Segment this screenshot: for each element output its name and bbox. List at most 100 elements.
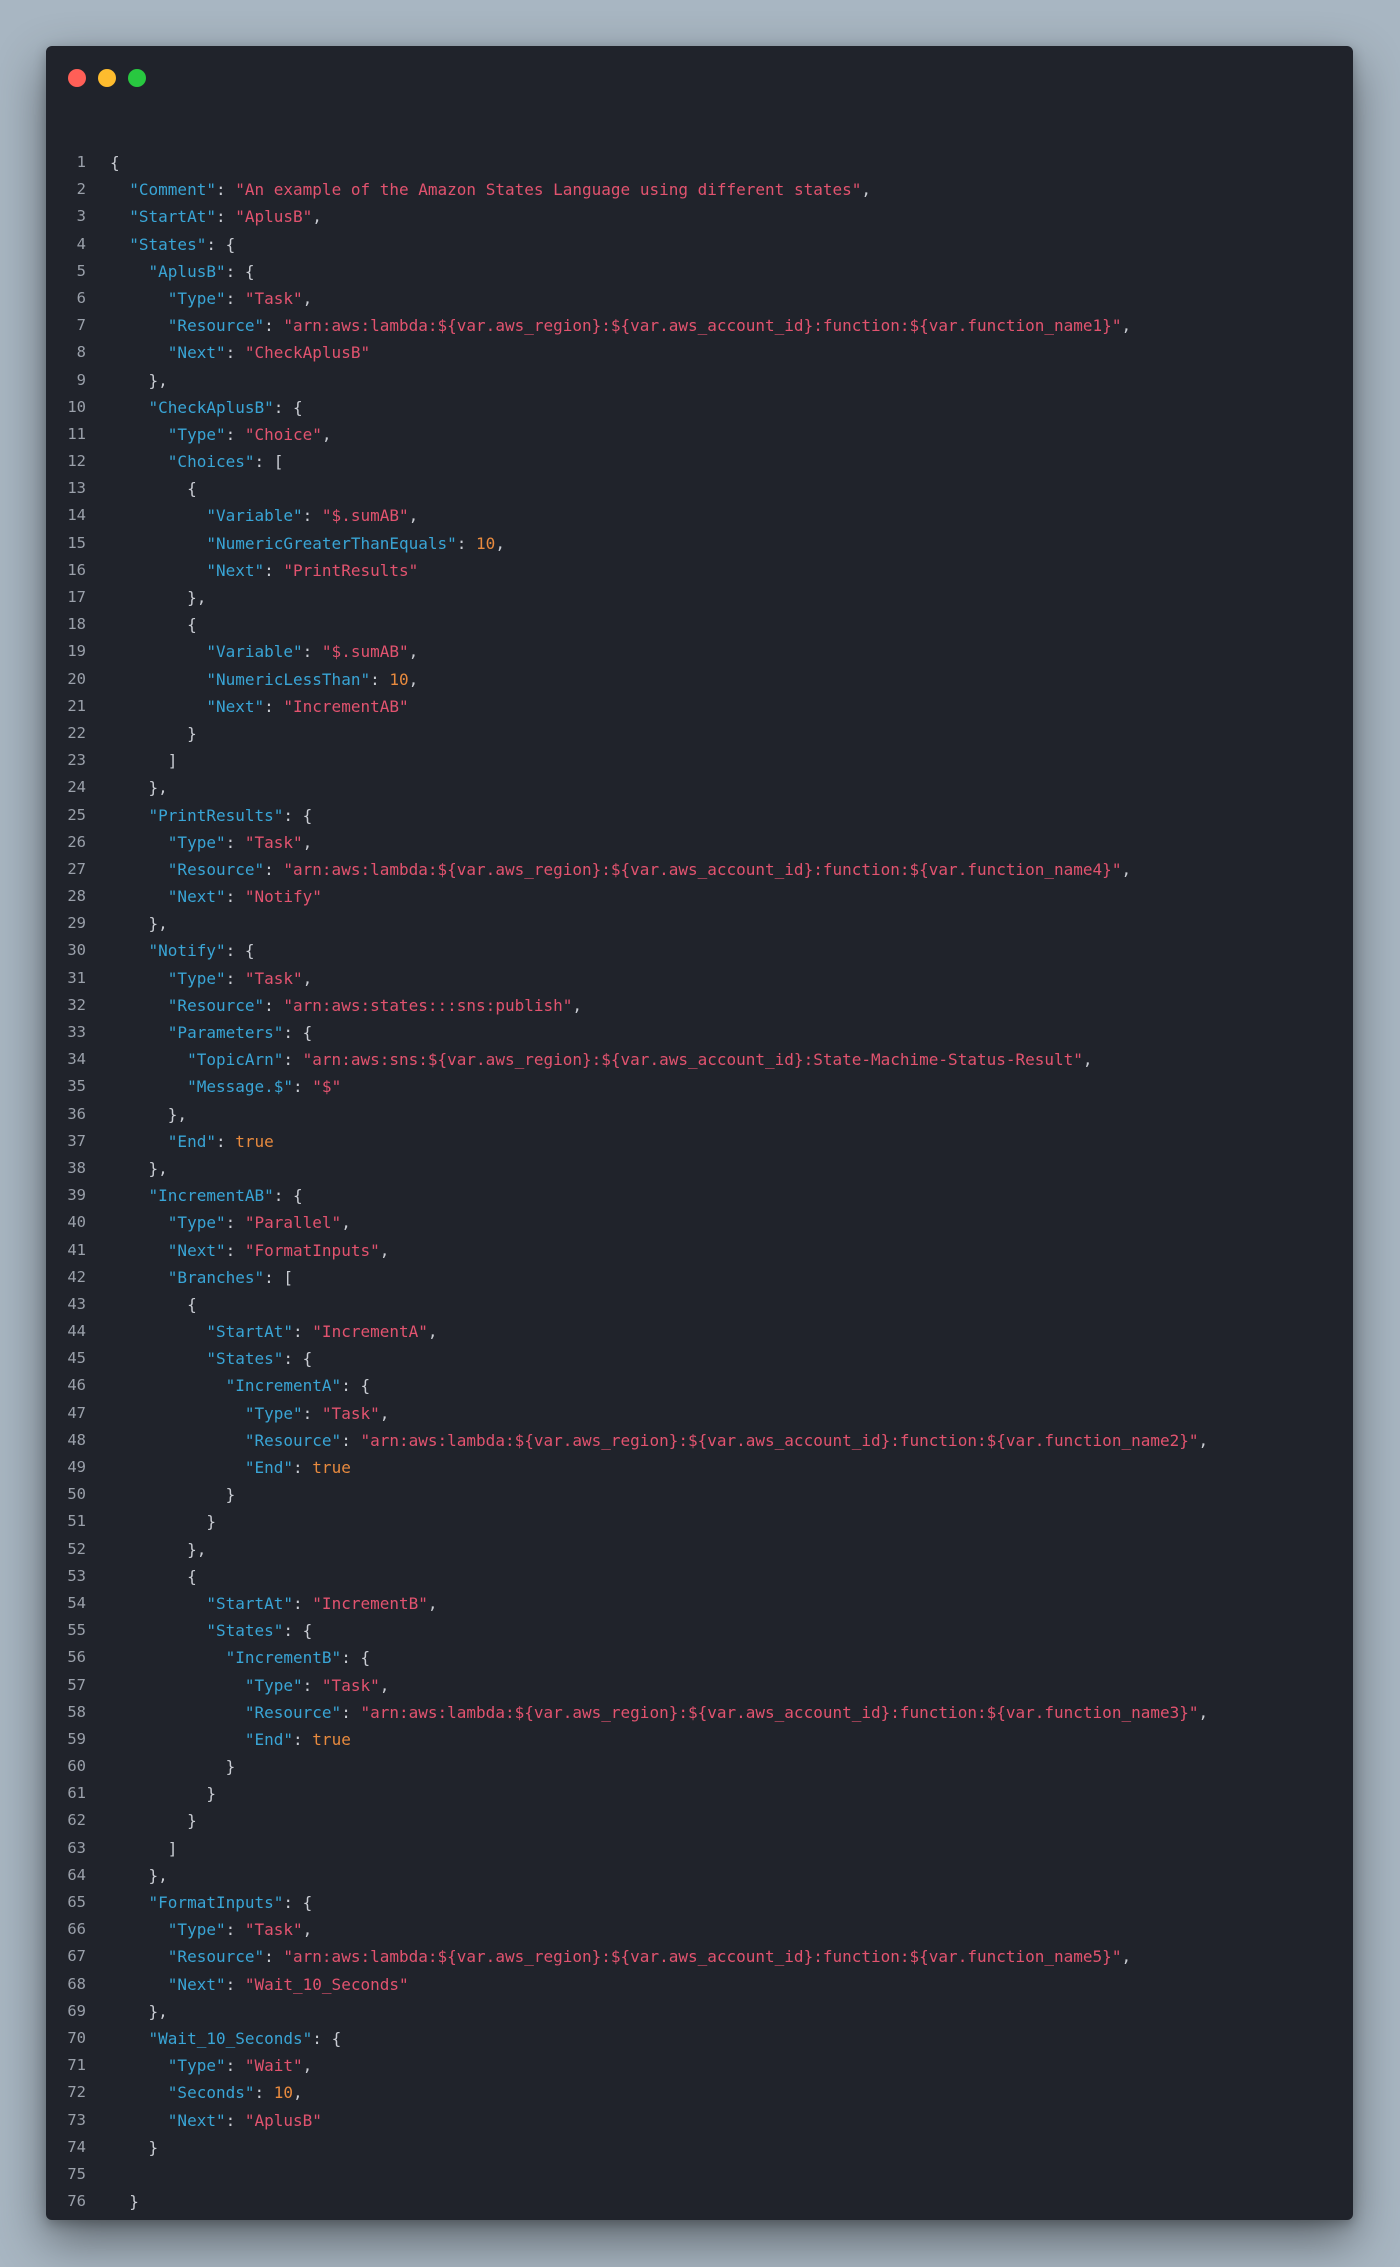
json-punctuation: }, — [148, 778, 168, 798]
json-string: "Task" — [244, 968, 303, 988]
line-number: 31 — [67, 968, 86, 987]
code-line: 7 "Resource": "arn:aws:lambda:${var.aws_… — [46, 312, 1208, 339]
json-string: "$.sumAB" — [321, 506, 409, 526]
json-punctuation: : { — [225, 941, 255, 961]
json-string: "Wait_10_Seconds" — [244, 1974, 409, 1994]
json-key: "TopicArn" — [187, 1050, 284, 1070]
code-line: 40 "Type": "Parallel", — [46, 1209, 1208, 1236]
json-punctuation: , — [427, 1593, 438, 1613]
line-number: 34 — [67, 1050, 86, 1069]
line-number: 75 — [67, 2164, 86, 2183]
code-line: 6 "Type": "Task", — [46, 285, 1208, 312]
code-line-text: "Type": "Wait", — [110, 2052, 313, 2079]
json-punctuation: : [ — [264, 1267, 294, 1287]
code-line: 20 "NumericLessThan": 10, — [46, 666, 1208, 693]
json-punctuation: : — [225, 343, 245, 363]
code-line-text: "PrintResults": { — [110, 802, 313, 829]
line-number: 5 — [76, 261, 86, 280]
line-number: 28 — [67, 887, 86, 906]
code-line: 4 "States": { — [46, 231, 1208, 258]
json-punctuation: : — [225, 288, 245, 308]
code-line: 70 "Wait_10_Seconds": { — [46, 2025, 1208, 2052]
code-line: 35 "Message.$": "$" — [46, 1073, 1208, 1100]
line-number: 63 — [67, 1838, 86, 1857]
json-punctuation: : — [370, 669, 390, 689]
line-number: 65 — [67, 1893, 86, 1911]
json-punctuation: : { — [341, 1376, 371, 1396]
json-key: "Parameters" — [167, 1023, 284, 1042]
json-key: "PrintResults" — [148, 805, 284, 825]
code-line: 65 "FormatInputs": { — [46, 1889, 1208, 1916]
code-line-text: "IncrementAB": { — [110, 1182, 303, 1209]
code-line-text: "States": { — [110, 231, 235, 258]
json-punctuation: } — [129, 2192, 139, 2212]
json-string: "Task" — [321, 1675, 380, 1695]
code-line: 56 "IncrementB": { — [46, 1644, 1208, 1671]
json-punctuation: }, — [148, 914, 168, 934]
json-key: "Type" — [167, 1213, 226, 1233]
code-line-text: { — [110, 611, 197, 638]
json-key: "Resource" — [244, 1430, 342, 1450]
line-number: 13 — [67, 479, 86, 498]
code-line: 22 } — [46, 720, 1208, 747]
json-punctuation: } — [110, 2219, 120, 2220]
code-line-text: } — [110, 1807, 197, 1834]
json-key: "Comment" — [129, 180, 216, 200]
code-line-text: "Variable": "$.sumAB", — [110, 502, 418, 529]
json-punctuation: : — [264, 1947, 284, 1967]
json-key: "Type" — [167, 832, 226, 852]
json-punctuation: : — [215, 1131, 236, 1151]
code-line: 47 "Type": "Task", — [46, 1400, 1208, 1427]
json-key: "Type" — [167, 288, 226, 308]
json-punctuation: , — [408, 506, 419, 526]
json-key: "Notify" — [148, 941, 226, 961]
code-line-text: "Type": "Task", — [110, 1916, 313, 1943]
code-line: 30 "Notify": { — [46, 937, 1208, 964]
json-string: "AplusB" — [235, 207, 313, 227]
code-line-text: "Type": "Task", — [110, 965, 313, 992]
code-line: 32 "Resource": "arn:aws:states:::sns:pub… — [46, 992, 1208, 1019]
code-line-text: "Parameters": { — [110, 1019, 313, 1046]
json-string: "Choice" — [244, 424, 322, 444]
json-punctuation: { — [187, 479, 197, 499]
line-number: 39 — [67, 1186, 86, 1205]
code-line-text: "Type": "Task", — [110, 1672, 390, 1699]
json-punctuation: , — [1082, 1050, 1093, 1070]
line-number: 45 — [67, 1349, 86, 1368]
json-punctuation: : { — [273, 1186, 303, 1206]
json-punctuation: : — [225, 2110, 245, 2130]
json-key: "StartAt" — [206, 1593, 294, 1613]
code-line: 71 "Type": "Wait", — [46, 2052, 1208, 2079]
json-punctuation: }, — [148, 1158, 168, 1178]
json-punctuation: : — [264, 859, 284, 879]
json-key: "StartAt" — [129, 207, 216, 227]
json-string: "$.sumAB" — [321, 642, 409, 662]
maximize-window-icon[interactable] — [128, 69, 146, 87]
close-window-icon[interactable] — [68, 69, 86, 87]
json-punctuation: }, — [187, 1539, 207, 1559]
code-line: 39 "IncrementAB": { — [46, 1182, 1208, 1209]
code-line: 16 "Next": "PrintResults" — [46, 557, 1208, 584]
json-key: "NumericGreaterThanEquals" — [206, 533, 457, 553]
line-number: 21 — [67, 696, 86, 715]
code-line-text: "TopicArn": "arn:aws:sns:${var.aws_regio… — [110, 1046, 1093, 1073]
minimize-window-icon[interactable] — [98, 69, 116, 87]
code-line-text: "Next": "AplusB" — [110, 2107, 322, 2134]
json-string: "Wait" — [244, 2056, 303, 2076]
